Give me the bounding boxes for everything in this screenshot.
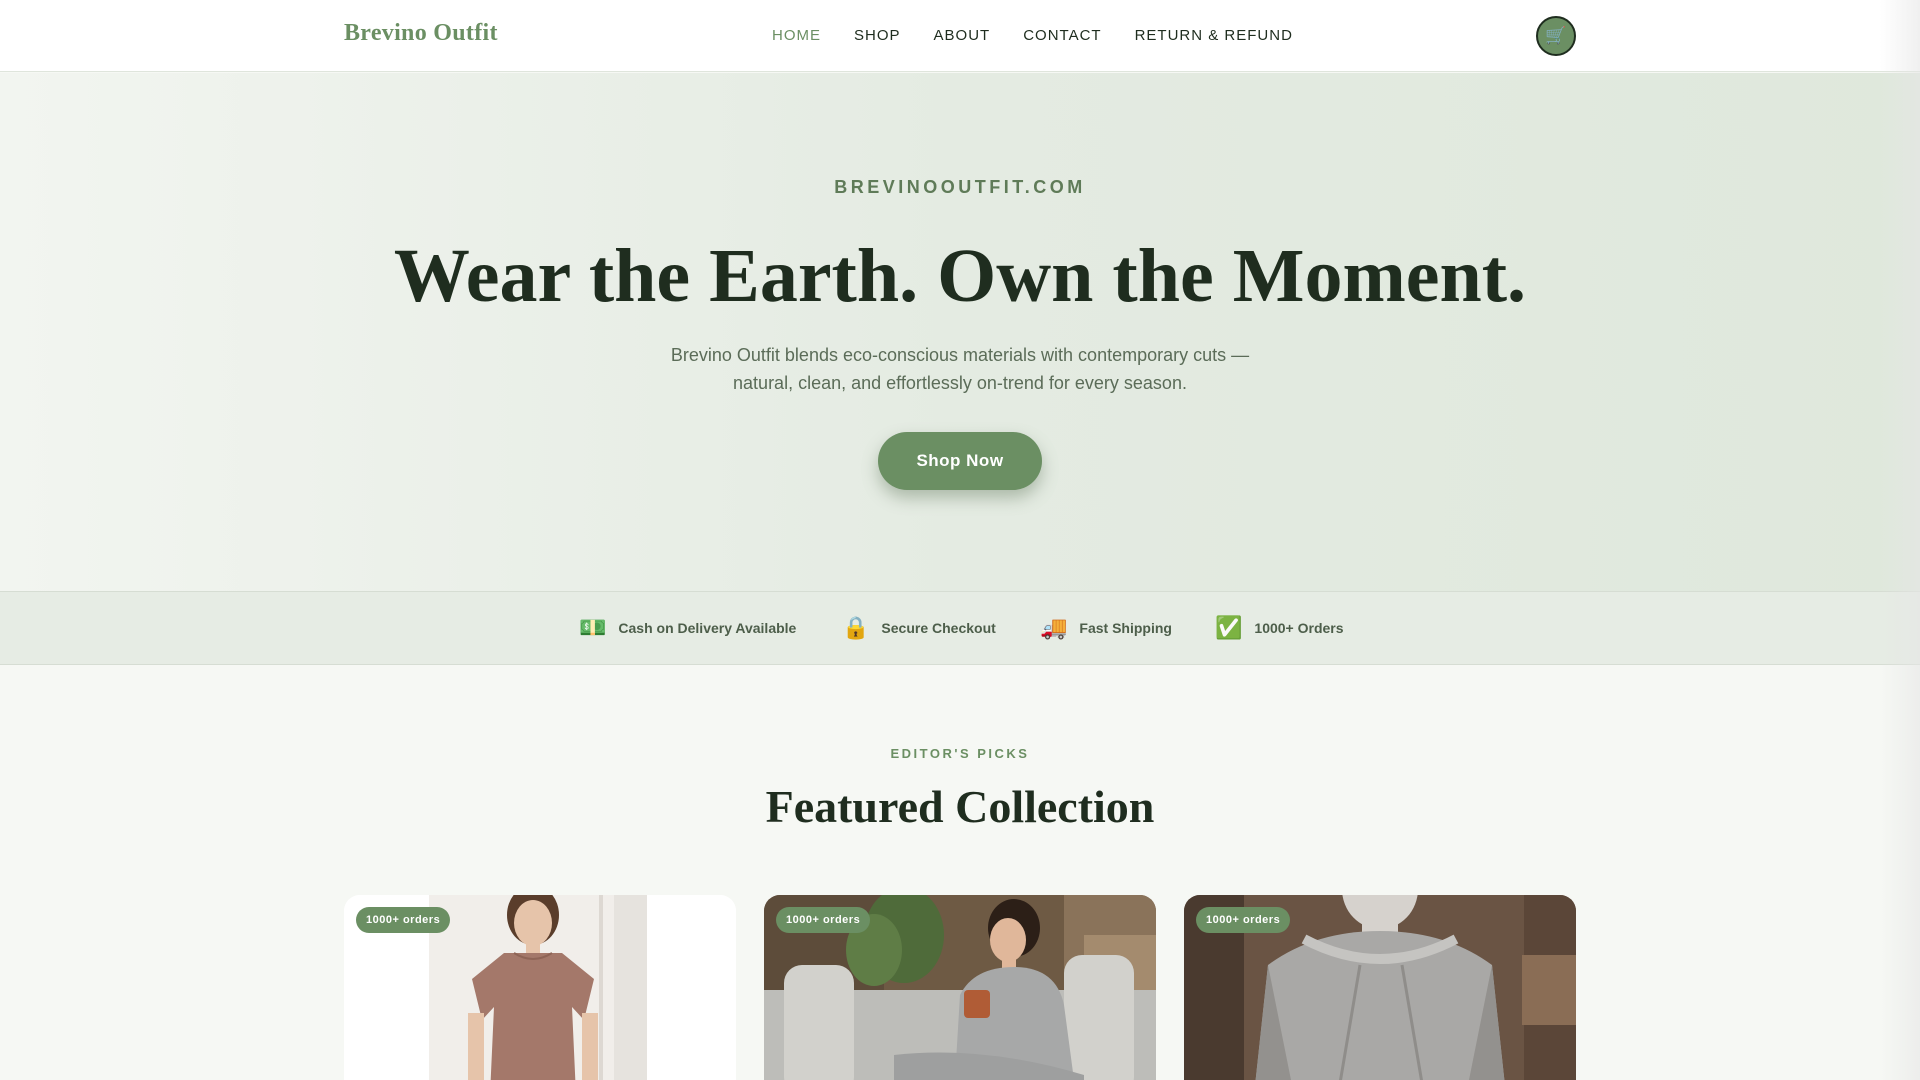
cart-button[interactable]: 🛒 (1536, 16, 1576, 56)
hero-title: Wear the Earth. Own the Moment. (393, 234, 1527, 318)
orders-badge: 1000+ orders (356, 907, 451, 933)
product-card[interactable]: 1000+ orders (1184, 895, 1576, 1080)
cash-icon: 💵 (579, 615, 607, 640)
hero-section: BREVINOOUTFIT.COM Wear the Earth. Own th… (0, 73, 1920, 591)
brand-logo[interactable]: Brevino Outfit (344, 20, 498, 47)
hero-subtitle: Brevino Outfit blends eco-conscious mate… (670, 345, 1250, 393)
trust-item-cod: 💵 Cash on Delivery Available (579, 616, 796, 640)
shop-now-button[interactable]: Shop Now (878, 432, 1042, 490)
product-card[interactable]: 1000+ orders (764, 895, 1156, 1080)
orders-badge: 1000+ orders (1196, 907, 1291, 933)
product-card[interactable]: 1000+ orders (344, 895, 736, 1080)
nav-about[interactable]: ABOUT (934, 27, 991, 44)
featured-eyebrow: EDITOR'S PICKS (890, 746, 1030, 761)
check-icon: ✅ (1215, 615, 1243, 640)
trust-item-shipping: 🚚 Fast Shipping (1040, 616, 1172, 640)
cart-icon: 🛒 (1545, 26, 1567, 45)
site-header: Brevino Outfit HOME SHOP ABOUT CONTACT R… (0, 0, 1920, 72)
trust-item-orders: ✅ 1000+ Orders (1215, 616, 1344, 640)
nav-shop[interactable]: SHOP (854, 27, 901, 44)
trust-label: Fast Shipping (1079, 620, 1172, 636)
nav-contact[interactable]: CONTACT (1023, 27, 1101, 44)
featured-title: Featured Collection (765, 781, 1155, 832)
trust-label: Secure Checkout (881, 620, 996, 636)
lock-icon: 🔒 (842, 615, 870, 640)
trust-label: 1000+ Orders (1254, 620, 1344, 636)
nav-home[interactable]: HOME (772, 27, 821, 44)
truck-icon: 🚚 (1040, 615, 1068, 640)
hero-eyebrow: BREVINOOUTFIT.COM (834, 177, 1086, 197)
main-nav: HOME SHOP ABOUT CONTACT RETURN & REFUND (772, 27, 1293, 44)
trust-bar: 💵 Cash on Delivery Available 🔒 Secure Ch… (0, 591, 1920, 665)
trust-item-secure: 🔒 Secure Checkout (842, 616, 996, 640)
trust-label: Cash on Delivery Available (618, 620, 797, 636)
nav-return-refund[interactable]: RETURN & REFUND (1135, 27, 1293, 44)
orders-badge: 1000+ orders (776, 907, 871, 933)
